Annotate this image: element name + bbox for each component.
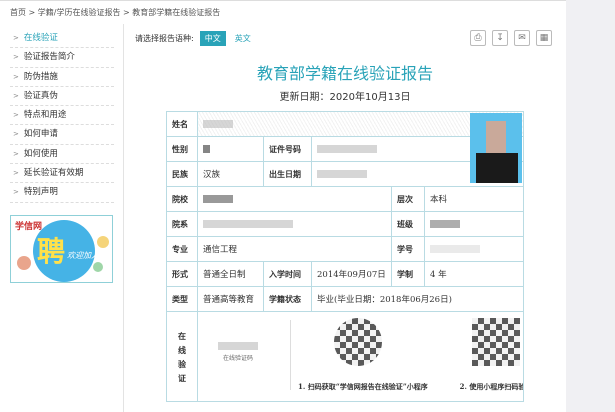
chevron-right-icon: >	[13, 72, 19, 81]
table-row: 专业 通信工程 学号	[166, 236, 525, 262]
sidebar-item-label: 如何使用	[23, 148, 58, 159]
label-birth: 出生日期	[263, 161, 312, 187]
step2: 2. 使用小程序扫码验证	[446, 318, 523, 392]
label-id: 证件号码	[263, 136, 312, 162]
language-prompt: 请选择报告语种:	[135, 34, 194, 43]
lang-zh-button[interactable]: 中文	[199, 31, 226, 46]
table-row: 类型 普通高等教育 学籍状态 毕业(毕业日期：2018年06月26日)	[166, 286, 525, 312]
chevron-right-icon: >	[13, 149, 19, 158]
table-row: 院系 班级	[166, 211, 525, 237]
print-icon[interactable]: ⎙	[470, 30, 486, 46]
verify-code-label: 在线验证码	[222, 355, 253, 362]
step2-text: 2. 使用小程序扫码验证	[459, 382, 523, 391]
sidebar-item-label: 防伪措施	[23, 71, 58, 82]
label-class: 班级	[391, 211, 425, 237]
language-selector: 请选择报告语种: 中文 英文	[135, 31, 254, 46]
value-gender	[197, 136, 264, 162]
breadcrumb: 首页 > 学籍/学历在线验证报告 > 教育部学籍在线验证报告	[10, 8, 221, 17]
breadcrumb-current: 教育部学籍在线验证报告	[132, 8, 221, 17]
sidebar-item-how-use[interactable]: > 如何使用	[10, 145, 114, 165]
chevron-right-icon: >	[13, 188, 19, 197]
label-ethnic: 民族	[166, 161, 198, 187]
verify-qr	[472, 318, 520, 366]
verify-code: 在线验证码	[218, 342, 258, 362]
value-major: 通信工程	[197, 236, 392, 262]
chevron-right-icon: >	[13, 130, 19, 139]
label-dept: 院系	[166, 211, 198, 237]
toolbar: ⎙ ↧ ✉ ▦	[470, 30, 552, 46]
sidebar-item-label: 延长验证有效期	[23, 168, 84, 179]
sidebar-item-label: 在线验证	[23, 33, 58, 43]
label-sno: 学号	[391, 236, 425, 262]
label-school: 院校	[166, 186, 198, 212]
student-photo	[470, 113, 522, 183]
value-level: 本科	[423, 186, 525, 212]
sidebar-item-label: 如何申请	[23, 129, 58, 140]
chevron-right-icon: >	[13, 53, 19, 62]
value-school	[197, 186, 392, 212]
label-form: 形式	[166, 261, 198, 287]
sidebar-item-verify-authenticity[interactable]: > 验证真伪	[10, 87, 114, 107]
report-title: 教育部学籍在线验证报告	[256, 64, 433, 83]
value-type: 普通高等教育	[197, 286, 264, 312]
miniprogram-qr	[334, 318, 382, 366]
mail-icon[interactable]: ✉	[514, 30, 530, 46]
chevron-right-icon: >	[13, 111, 19, 120]
label-enroll: 入学时间	[263, 261, 312, 287]
breadcrumb-home[interactable]: 首页	[10, 8, 26, 17]
chevron-right-icon: >	[13, 169, 19, 178]
qrcode-icon[interactable]: ▦	[536, 30, 552, 46]
table-row: 在线验证 在线验证码 1. 扫码获取“学信网报告在线验证”小程序 2. 使用小程…	[166, 311, 525, 402]
value-ethnic: 汉族	[197, 161, 264, 187]
sidebar-item-label: 验证报告简介	[23, 52, 75, 63]
right-panel	[566, 0, 615, 412]
banner-big: 聘	[37, 234, 66, 268]
sidebar-item-label: 特别声明	[23, 187, 58, 198]
label-name: 姓名	[166, 111, 198, 137]
value-dept	[197, 211, 392, 237]
sidebar-item-how-apply[interactable]: > 如何申请	[10, 125, 114, 145]
chevron-right-icon: >	[13, 91, 19, 100]
label-status: 学籍状态	[263, 286, 312, 312]
table-row: 院校 层次 本科	[166, 186, 525, 212]
download-icon[interactable]: ↧	[492, 30, 508, 46]
label-type: 类型	[166, 286, 198, 312]
sidebar-item-intro[interactable]: > 验证报告简介	[10, 48, 114, 68]
sidebar-item-online-verify[interactable]: > 在线验证	[10, 29, 114, 49]
lang-en-button[interactable]: 英文	[232, 31, 254, 46]
label-major: 专业	[166, 236, 198, 262]
recruit-banner[interactable]: 学信网 聘 欢迎加入	[10, 214, 113, 283]
update-date: 更新日期：2020年10月13日	[279, 92, 411, 103]
banner-tag: 欢迎加入	[67, 250, 99, 260]
sidebar-item-label: 验证真伪	[23, 90, 58, 101]
table-row: 形式 普通全日制 入学时间 2014年09月07日 学制 4 年	[166, 261, 525, 287]
verify-cell: 在线验证码 1. 扫码获取“学信网报告在线验证”小程序 2. 使用小程序扫码验证	[196, 311, 525, 402]
value-enroll: 2014年09月07日	[311, 261, 392, 287]
sidebar-item-anti-fake[interactable]: > 防伪措施	[10, 68, 114, 87]
value-status: 毕业(毕业日期：2018年06月26日)	[310, 286, 525, 312]
label-verify: 在线验证	[166, 311, 198, 402]
sidebar-item-extend[interactable]: > 延长验证有效期	[10, 164, 114, 184]
label-gender: 性别	[166, 136, 198, 162]
label-length: 学制	[391, 261, 425, 287]
sidebar: > 在线验证 > 验证报告简介 > 防伪措施 > 验证真伪 > 特点和用途 > 如何申请 >…	[10, 29, 114, 283]
sidebar-item-label: 特点和用途	[23, 110, 67, 121]
step1: 1. 扫码获取“学信网报告在线验证”小程序	[298, 318, 428, 392]
step1-text: 1. 扫码获取“学信网报告在线验证”小程序	[298, 382, 428, 391]
value-sno	[423, 236, 525, 262]
label-level: 层次	[391, 186, 425, 212]
value-form: 普通全日制	[197, 261, 264, 287]
top-border	[0, 0, 566, 1]
sidebar-item-statement[interactable]: > 特别声明	[10, 183, 114, 203]
breadcrumb-report[interactable]: 学籍/学历在线验证报告	[38, 8, 121, 17]
chevron-right-icon: >	[13, 34, 19, 42]
sidebar-item-features[interactable]: > 特点和用途	[10, 106, 114, 126]
value-length: 4 年	[423, 261, 525, 287]
value-class	[423, 211, 525, 237]
